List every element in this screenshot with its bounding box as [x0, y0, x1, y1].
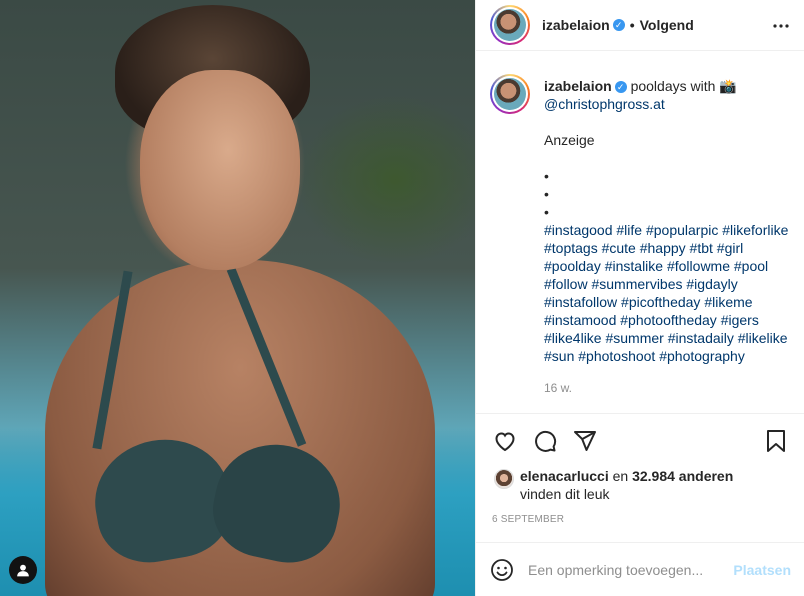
caption-bullet: •: [544, 204, 549, 220]
more-options-icon[interactable]: [772, 17, 790, 35]
caption-area: izabelaion ✓ pooldays with 📸 @christophgr…: [476, 52, 804, 414]
action-bar: [476, 415, 804, 467]
separator-dot: •: [629, 17, 635, 33]
hashtag-line[interactable]: #instagood #life #popularpic #likeforlik…: [544, 221, 788, 239]
verified-badge-icon: ✓: [612, 19, 625, 31]
verified-badge-icon: ✓: [614, 81, 627, 94]
emoji-icon[interactable]: [490, 558, 514, 582]
post-comment-button[interactable]: Plaatsen: [733, 562, 791, 578]
likes-count[interactable]: 32.984 anderen: [632, 468, 733, 484]
caption-username[interactable]: izabelaion: [544, 78, 612, 94]
hashtag-line[interactable]: #like4like #summer #instadaily #likelike: [544, 329, 788, 347]
post-side-panel: izabelaion ✓ • Volgend izabelaion ✓ poold…: [475, 0, 804, 596]
mention-link[interactable]: @christophgross.at: [544, 96, 665, 112]
post-date[interactable]: 6 SEPTEMBER: [492, 514, 564, 525]
caption-age[interactable]: 16 w.: [544, 379, 788, 397]
header-username[interactable]: izabelaion: [542, 17, 610, 33]
liker-avatar[interactable]: [494, 469, 514, 489]
comment-icon[interactable]: [532, 428, 558, 454]
hashtag-line[interactable]: #instafollow #picoftheday #likeme: [544, 293, 788, 311]
avatar[interactable]: [490, 5, 530, 45]
caption-text: izabelaion ✓ pooldays with 📸 @christophgr…: [544, 74, 788, 397]
image-face: [140, 70, 300, 270]
ad-label: Anzeige: [544, 132, 595, 148]
share-icon[interactable]: [572, 428, 598, 454]
caption-bullet: •: [544, 186, 549, 202]
caption-bullet: •: [544, 168, 549, 184]
liker-username[interactable]: elenacarlucci: [520, 468, 609, 484]
post-image[interactable]: [0, 0, 475, 596]
hashtag-line[interactable]: #toptags #cute #happy #tbt #girl: [544, 239, 788, 257]
comment-bar: Plaatsen: [476, 542, 804, 596]
follow-status-button[interactable]: Volgend: [640, 17, 694, 33]
hashtag-line[interactable]: #sun #photoshoot #photography: [544, 347, 788, 365]
hashtag-line[interactable]: #poolday #instalike #followme #pool: [544, 257, 788, 275]
likes-connector: en: [608, 468, 633, 484]
likes-summary: elenacarlucci en 32.984 anderen vinden d…: [494, 468, 794, 502]
user-tag-icon[interactable]: [9, 556, 37, 584]
comment-input[interactable]: [528, 561, 726, 578]
hashtag-line[interactable]: #follow #summervibes #igdayly: [544, 275, 788, 293]
caption-main-text: pooldays with 📸: [630, 78, 737, 94]
likes-suffix: vinden dit leuk: [520, 486, 610, 502]
caption-avatar[interactable]: [490, 74, 530, 114]
heart-icon[interactable]: [492, 428, 518, 454]
hashtag-line[interactable]: #instamood #photooftheday #igers: [544, 311, 788, 329]
post-header: izabelaion ✓ • Volgend: [476, 0, 804, 51]
bookmark-icon[interactable]: [763, 428, 789, 454]
